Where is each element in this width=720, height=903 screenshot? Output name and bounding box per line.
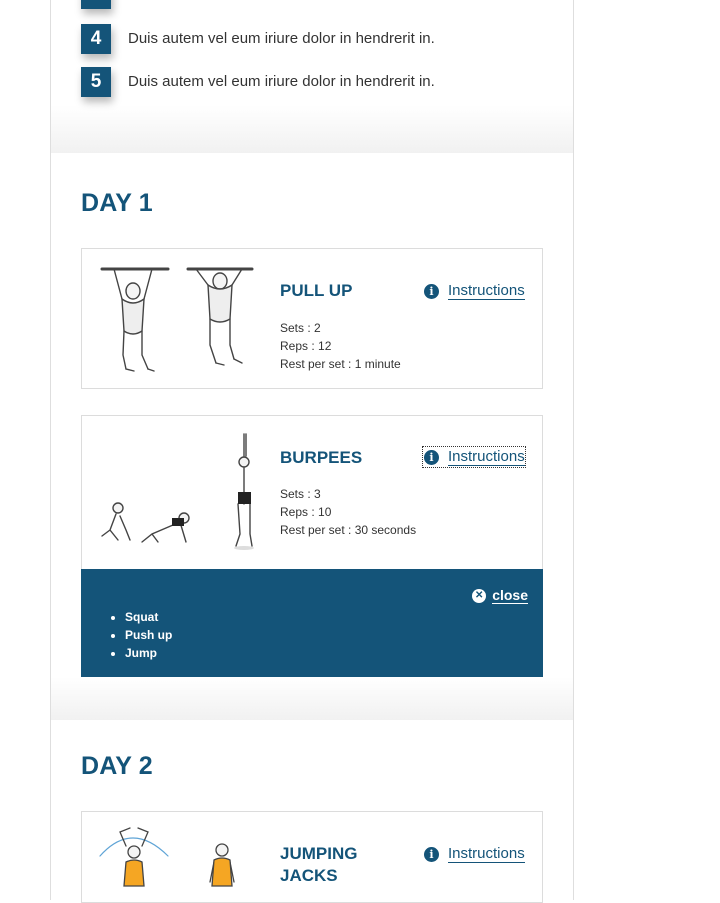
reps-value: Reps : 10: [280, 505, 332, 519]
close-button[interactable]: ✕ close: [472, 587, 528, 604]
instructions-link[interactable]: i Instructions: [423, 281, 525, 301]
instructions-link[interactable]: i Instructions: [422, 446, 526, 468]
day-title: DAY 2: [81, 752, 153, 780]
pull-up-illustration-icon: [100, 267, 254, 372]
exercise-name-line: JUMPING: [280, 844, 358, 863]
rest-value: Rest per set : 1 minute: [280, 357, 401, 371]
close-label: close: [492, 587, 528, 604]
burpees-illustration-icon: [101, 433, 254, 550]
info-icon: i: [424, 283, 439, 299]
info-icon: i: [424, 846, 439, 862]
exercise-name: BURPEES: [280, 448, 363, 467]
section-separator: [51, 677, 573, 720]
close-icon: ✕: [472, 588, 487, 603]
instruction-item: Push up: [125, 626, 172, 644]
instruction-item: Squat: [125, 608, 172, 626]
instructions-label: Instructions: [448, 282, 525, 300]
instructions-list: Squat Push up Jump: [125, 608, 172, 662]
exercise-card: JUMPING JACKS i Instructions: [81, 811, 543, 903]
section-separator: [51, 105, 573, 153]
exercise-details: Sets : 3 Reps : 10 Rest per set : 30 sec…: [280, 485, 416, 539]
instruction-item: Jump: [125, 644, 172, 662]
instructions-label: Instructions: [448, 448, 525, 466]
jumping-jacks-illustration-icon: [99, 827, 235, 887]
step-number: 5: [81, 67, 111, 97]
exercise-details: Sets : 2 Reps : 12 Rest per set : 1 minu…: [280, 319, 401, 373]
step-text: Duis autem vel eum iriure dolor in hendr…: [128, 73, 435, 90]
reps-value: Reps : 12: [280, 339, 332, 353]
step-text: Duis autem vel eum iriure dolor in hendr…: [128, 30, 435, 47]
instructions-panel: ✕ close Squat Push up Jump: [81, 569, 543, 677]
exercise-card: BURPEES i Instructions Sets : 3 Reps : 1…: [81, 415, 543, 570]
instructions-label: Instructions: [448, 845, 525, 863]
day-title: DAY 1: [81, 189, 153, 217]
info-icon: i: [424, 449, 439, 465]
exercise-name: JUMPING JACKS: [280, 843, 357, 887]
step-number: 3: [81, 0, 111, 9]
exercise-name: PULL UP: [280, 281, 353, 300]
exercise-card: PULL UP i Instructions Sets : 2 Reps : 1…: [81, 248, 543, 389]
step-number: 4: [81, 24, 111, 54]
rest-value: Rest per set : 30 seconds: [280, 523, 417, 537]
sets-value: Sets : 3: [280, 487, 321, 501]
instructions-link[interactable]: i Instructions: [423, 844, 525, 864]
sets-value: Sets : 2: [280, 321, 321, 335]
